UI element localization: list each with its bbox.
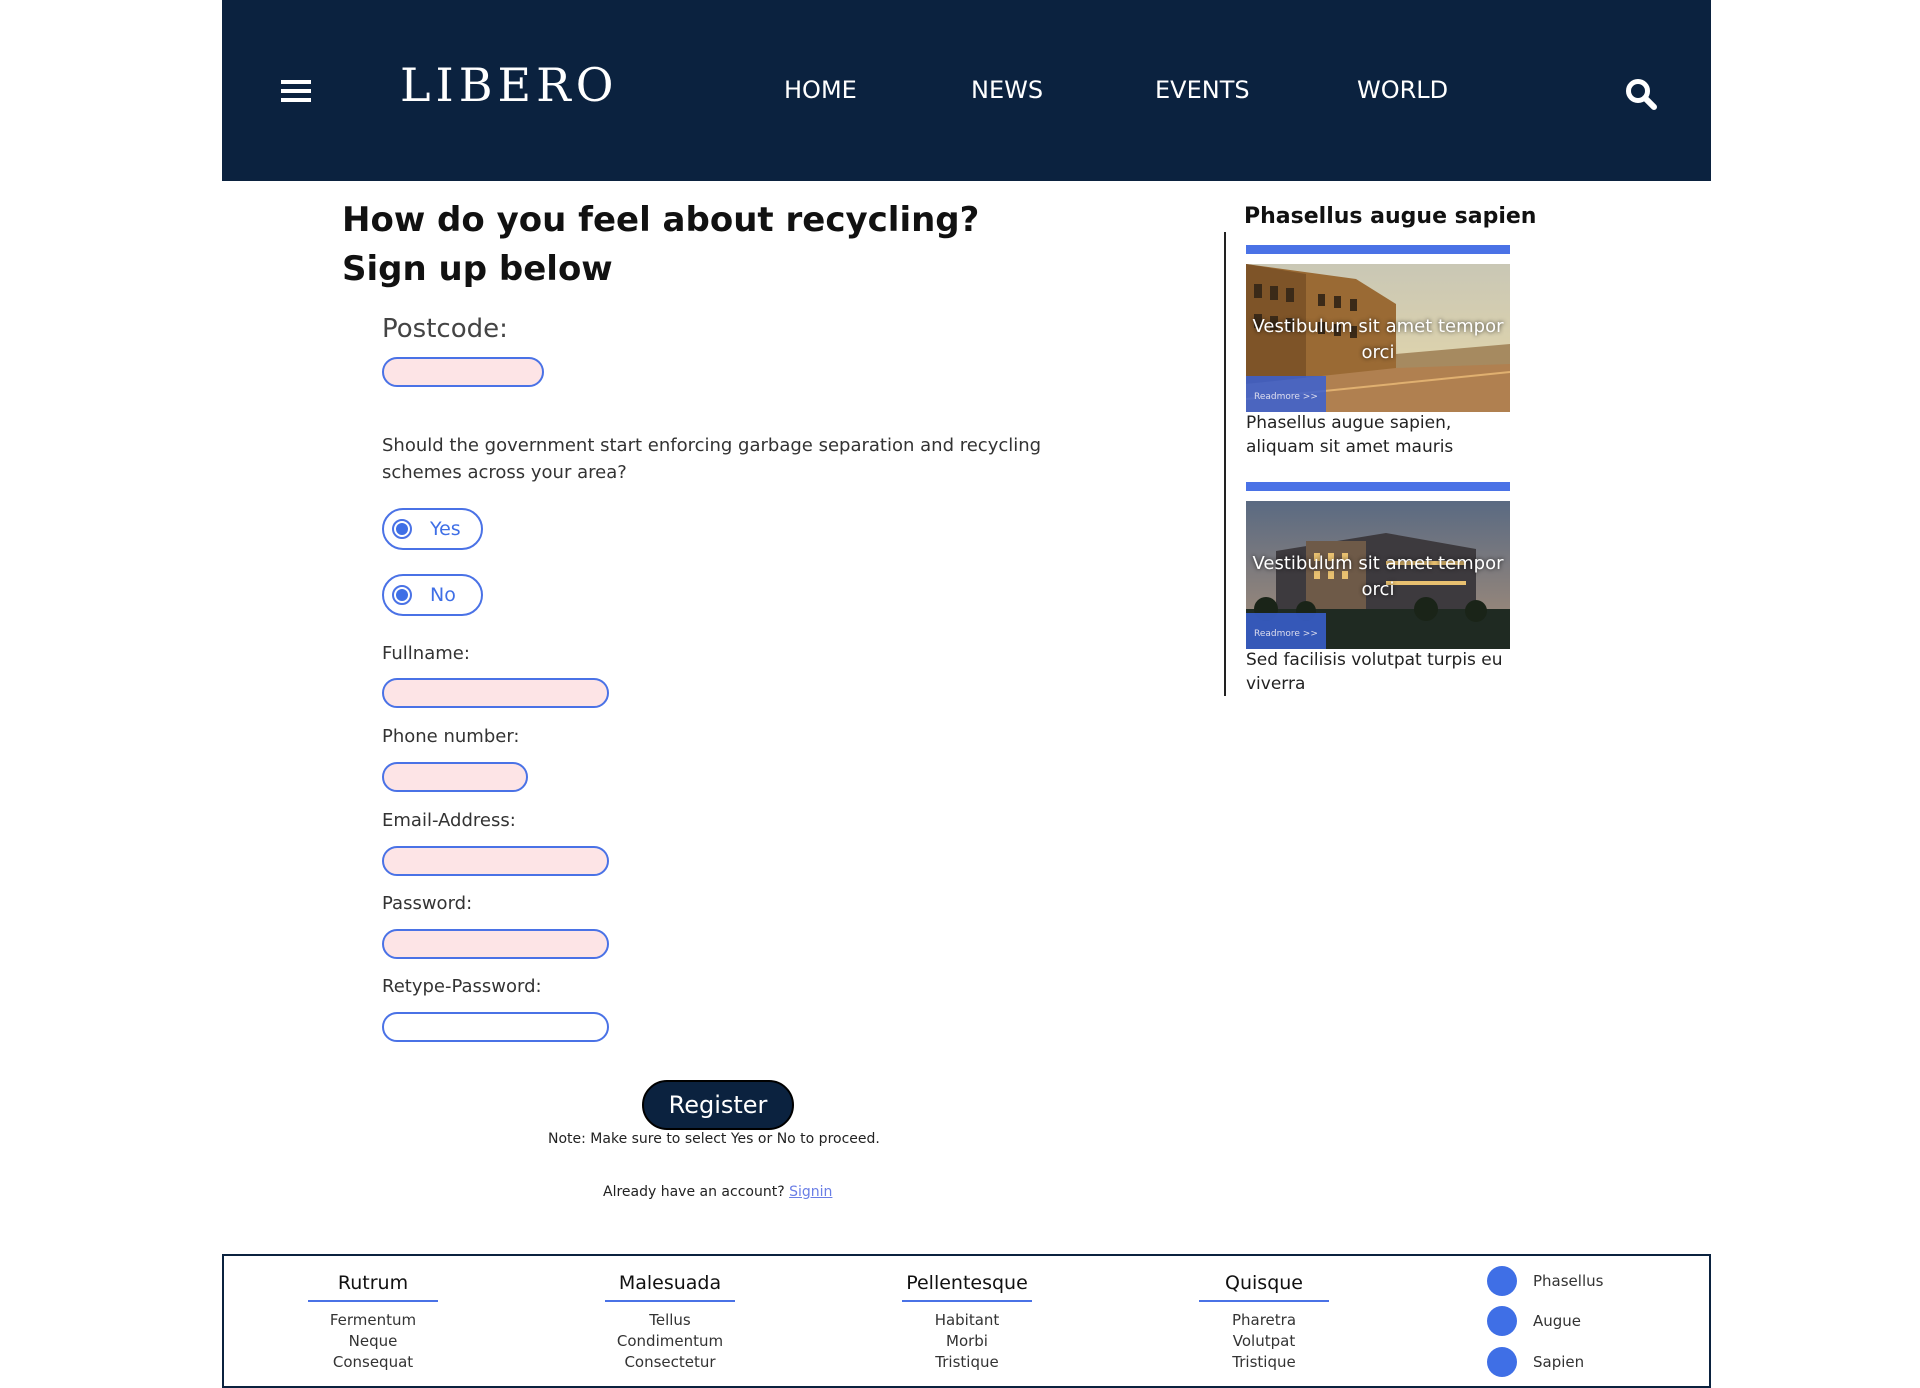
social-circle-icon [1487,1266,1517,1296]
site-header: LIBERO HOME NEWS EVENTS WORLD [222,0,1711,181]
footer-link[interactable]: Pharetra [1199,1310,1329,1331]
radio-selected-icon [392,519,412,539]
page-title: How do you feel about recycling? Sign up… [342,196,979,294]
signin-link[interactable]: Signin [789,1184,832,1200]
page-title-line1: How do you feel about recycling? [342,200,980,240]
card-caption: Phasellus augue sapien, aliquam sit amet… [1246,413,1454,457]
password-input[interactable] [382,929,609,959]
footer-column-malesuada: Malesuada Tellus Condimentum Consectetur [605,1272,735,1373]
card-accent-bar [1246,245,1510,254]
card-overlay-title: Vestibulum sit amet tempor orci [1252,553,1504,600]
signin-prompt: Already have an account? Signin [603,1184,832,1200]
nav-news[interactable]: NEWS [971,78,1043,102]
social-circle-icon [1487,1306,1517,1336]
form-note: Note: Make sure to select Yes or No to p… [548,1131,880,1147]
site-footer: Rutrum Fermentum Neque Consequat Malesua… [222,1254,1711,1388]
email-label: Email-Address: [382,810,516,831]
footer-heading: Rutrum [308,1272,438,1302]
footer-link[interactable]: Tellus [605,1310,735,1331]
recycling-question: Should the government start enforcing ga… [382,435,1042,483]
retype-password-label: Retype-Password: [382,976,542,997]
footer-link[interactable]: Tristique [1199,1352,1329,1373]
no-radio-label: No [430,584,456,606]
news-card-image-1[interactable]: Vestibulum sit amet tempor orci Readmore… [1246,264,1510,412]
nav-world[interactable]: WORLD [1357,78,1448,102]
footer-link[interactable]: Condimentum [605,1331,735,1352]
page-title-line2: Sign up below [342,249,613,289]
card-overlay-title: Vestibulum sit amet tempor orci [1252,316,1504,363]
card-caption: Sed facilisis volutpat turpis eu viverra [1246,650,1503,694]
social-link-augue[interactable]: Augue [1487,1306,1581,1336]
footer-link[interactable]: Volutpat [1199,1331,1329,1352]
footer-link[interactable]: Consequat [308,1352,438,1373]
footer-column-quisque: Quisque Pharetra Volutpat Tristique [1199,1272,1329,1373]
card-accent-bar [1246,482,1510,491]
social-link-sapien[interactable]: Sapien [1487,1347,1584,1377]
signin-prompt-text: Already have an account? [603,1184,785,1200]
aside-divider [1224,232,1226,696]
postcode-label: Postcode: [382,314,508,344]
no-radio[interactable]: No [382,574,483,616]
footer-heading: Quisque [1199,1272,1329,1302]
footer-heading: Pellentesque [902,1272,1032,1302]
social-circle-icon [1487,1347,1517,1377]
footer-column-pellentesque: Pellentesque Habitant Morbi Tristique [902,1272,1032,1373]
footer-heading: Malesuada [605,1272,735,1302]
footer-link[interactable]: Fermentum [308,1310,438,1331]
readmore-button[interactable]: Readmore >> [1246,376,1326,412]
yes-radio-label: Yes [430,518,461,540]
social-label: Augue [1533,1312,1582,1330]
yes-radio[interactable]: Yes [382,508,483,550]
news-card-image-2[interactable]: Vestibulum sit amet tempor orci Readmore… [1246,501,1510,649]
footer-link[interactable]: Morbi [902,1331,1032,1352]
register-button[interactable]: Register [642,1080,794,1130]
fullname-input[interactable] [382,678,609,708]
footer-link[interactable]: Neque [308,1331,438,1352]
footer-column-rutrum: Rutrum Fermentum Neque Consequat [308,1272,438,1373]
fullname-label: Fullname: [382,643,470,664]
social-label: Phasellus [1533,1272,1604,1290]
footer-link[interactable]: Consectetur [605,1352,735,1373]
hamburger-menu-icon[interactable] [281,80,311,104]
retype-password-input[interactable] [382,1012,609,1042]
phone-label: Phone number: [382,726,520,747]
phone-input[interactable] [382,762,528,792]
readmore-button[interactable]: Readmore >> [1246,613,1326,649]
footer-link[interactable]: Habitant [902,1310,1032,1331]
footer-link[interactable]: Tristique [902,1352,1032,1373]
nav-home[interactable]: HOME [784,78,857,102]
aside-title: Phasellus augue sapien [1244,204,1537,229]
email-input[interactable] [382,846,609,876]
site-logo[interactable]: LIBERO [400,62,618,108]
nav-events[interactable]: EVENTS [1155,78,1250,102]
postcode-input[interactable] [382,357,544,387]
radio-selected-icon [392,585,412,605]
social-link-phasellus[interactable]: Phasellus [1487,1266,1603,1296]
social-label: Sapien [1533,1353,1585,1371]
search-icon[interactable] [1624,77,1658,111]
password-label: Password: [382,893,473,914]
